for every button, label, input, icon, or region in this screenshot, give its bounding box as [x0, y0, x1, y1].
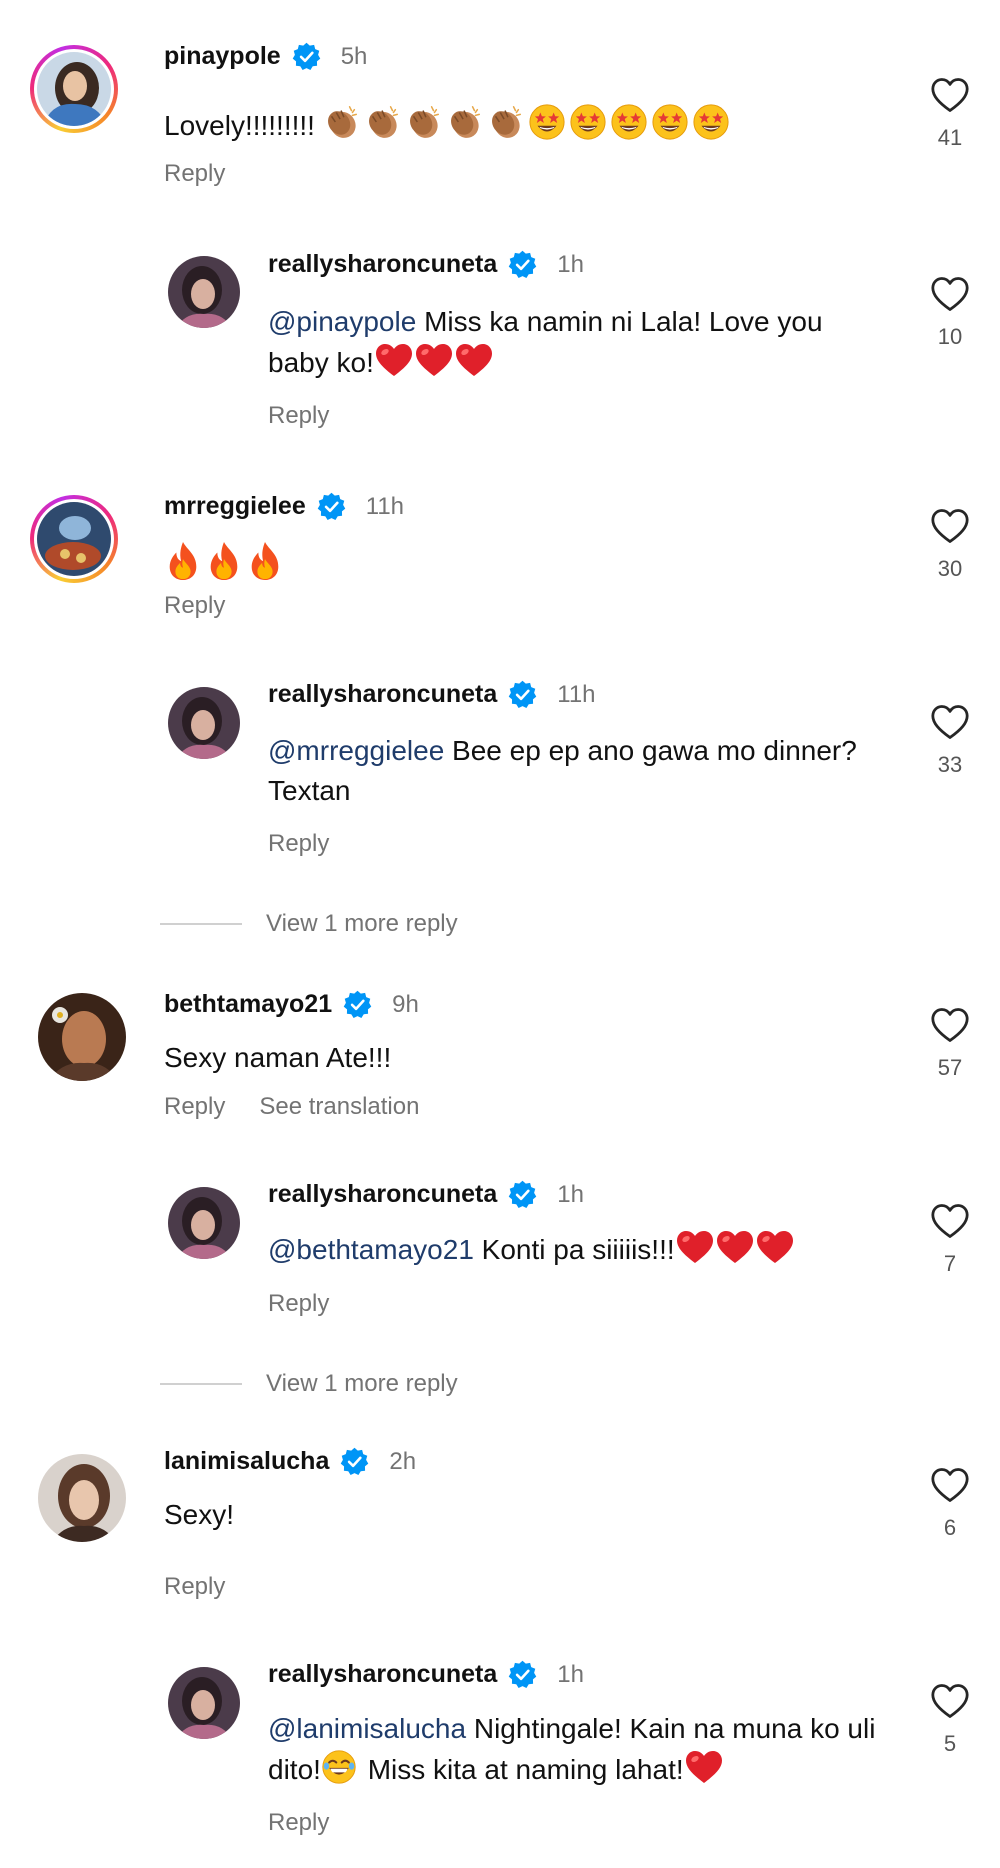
timestamp: 11h	[365, 492, 405, 520]
reply-button[interactable]: Reply	[164, 160, 225, 188]
avatar-reallysharoncuneta[interactable]	[168, 687, 240, 759]
red-heart-emoji	[374, 347, 497, 378]
avatar-reallysharoncuneta[interactable]	[168, 256, 240, 328]
verified-badge-icon	[508, 680, 537, 709]
star-struck-emoji	[528, 110, 733, 141]
tears-of-joy-emoji	[321, 1754, 360, 1785]
username[interactable]: lanimisalucha	[164, 1447, 329, 1476]
comment-text: Sexy!	[164, 1499, 235, 1530]
like-button[interactable]: 6	[920, 1467, 980, 1541]
reply-button[interactable]: Reply	[268, 402, 329, 430]
heart-outline-icon[interactable]	[930, 1467, 970, 1503]
like-count: 57	[937, 1055, 963, 1080]
comment-text: @pinaypole Miss ka namin ni Lala! Love y…	[268, 306, 823, 378]
like-count: 41	[937, 125, 963, 150]
comment-text	[164, 540, 287, 587]
view-more-replies[interactable]: View 1 more reply	[160, 910, 458, 938]
clapping-hands-emoji	[323, 110, 528, 141]
timestamp: 2h	[389, 1447, 417, 1475]
heart-outline-icon[interactable]	[930, 1203, 970, 1239]
avatar-pinaypole[interactable]	[30, 45, 118, 133]
comment-text: @bethtamayo21 Konti pa siiiiis!!!	[268, 1229, 798, 1270]
verified-badge-icon	[343, 990, 372, 1019]
avatar-bethtamayo21[interactable]	[38, 993, 126, 1081]
like-count: 33	[937, 752, 963, 777]
verified-badge-icon	[508, 1660, 537, 1689]
avatar-reallysharoncuneta[interactable]	[168, 1667, 240, 1739]
verified-badge-icon	[340, 1447, 369, 1476]
username[interactable]: pinaypole	[164, 42, 281, 71]
view-more-label[interactable]: View 1 more reply	[266, 1370, 458, 1398]
like-count: 30	[937, 556, 963, 581]
timestamp: 9h	[392, 990, 419, 1018]
mention-link[interactable]: @pinaypole	[268, 306, 416, 337]
timestamp: 1h	[557, 1660, 584, 1688]
view-more-label[interactable]: View 1 more reply	[266, 910, 458, 938]
reply-button[interactable]: Reply	[268, 1809, 329, 1837]
reply-button[interactable]: Reply	[164, 1573, 225, 1601]
username[interactable]: reallysharoncuneta	[268, 680, 497, 709]
timestamp: 1h	[557, 1180, 584, 1208]
verified-badge-icon	[317, 492, 346, 521]
like-button[interactable]: 5	[920, 1683, 980, 1757]
verified-badge-icon	[508, 1180, 537, 1209]
like-button[interactable]: 7	[920, 1203, 980, 1277]
fire-emoji	[164, 551, 287, 582]
avatar-lanimisalucha[interactable]	[38, 1454, 126, 1542]
like-button[interactable]: 10	[920, 276, 980, 350]
username[interactable]: reallysharoncuneta	[268, 1180, 497, 1209]
like-button[interactable]: 30	[920, 508, 980, 582]
see-translation-button[interactable]: See translation	[259, 1093, 419, 1121]
timestamp: 1h	[557, 250, 584, 278]
username[interactable]: mrreggielee	[164, 492, 306, 521]
comment-text: Sexy naman Ate!!!	[164, 1042, 392, 1073]
red-heart-emoji	[675, 1234, 798, 1265]
like-button[interactable]: 41	[920, 77, 980, 151]
like-button[interactable]: 33	[920, 704, 980, 778]
reply-button[interactable]: Reply	[164, 1093, 225, 1121]
avatar-mrreggielee[interactable]	[30, 495, 118, 583]
mention-link[interactable]: @mrreggielee	[268, 735, 444, 766]
red-heart-emoji	[684, 1754, 727, 1785]
reply-button[interactable]: Reply	[268, 830, 329, 858]
verified-badge-icon	[292, 42, 321, 71]
timestamp: 11h	[557, 680, 596, 708]
username[interactable]: bethtamayo21	[164, 990, 332, 1019]
comment-text: Lovely!!!!!!!!!	[164, 103, 733, 146]
heart-outline-icon[interactable]	[930, 1007, 970, 1043]
username[interactable]: reallysharoncuneta	[268, 250, 497, 279]
like-count: 10	[937, 324, 963, 349]
divider	[160, 923, 242, 925]
heart-outline-icon[interactable]	[930, 508, 970, 544]
like-count: 5	[943, 1731, 957, 1756]
timestamp: 5h	[340, 42, 368, 70]
avatar-reallysharoncuneta[interactable]	[168, 1187, 240, 1259]
like-button[interactable]: 57	[920, 1007, 980, 1081]
comment-text: @mrreggielee Bee ep ep ano gawa mo dinne…	[268, 735, 857, 806]
like-count: 6	[943, 1515, 957, 1540]
reply-button[interactable]: Reply	[164, 592, 225, 620]
like-count: 7	[943, 1251, 957, 1276]
divider	[160, 1383, 242, 1385]
mention-link[interactable]: @lanimisalucha	[268, 1713, 466, 1744]
heart-outline-icon[interactable]	[930, 77, 970, 113]
heart-outline-icon[interactable]	[930, 276, 970, 312]
heart-outline-icon[interactable]	[930, 1683, 970, 1719]
reply-button[interactable]: Reply	[268, 1290, 329, 1318]
username[interactable]: reallysharoncuneta	[268, 1660, 497, 1689]
heart-outline-icon[interactable]	[930, 704, 970, 740]
view-more-replies[interactable]: View 1 more reply	[160, 1370, 458, 1398]
verified-badge-icon	[508, 250, 537, 279]
comment-text: @lanimisalucha Nightingale! Kain na muna…	[268, 1713, 876, 1785]
mention-link[interactable]: @bethtamayo21	[268, 1234, 474, 1265]
